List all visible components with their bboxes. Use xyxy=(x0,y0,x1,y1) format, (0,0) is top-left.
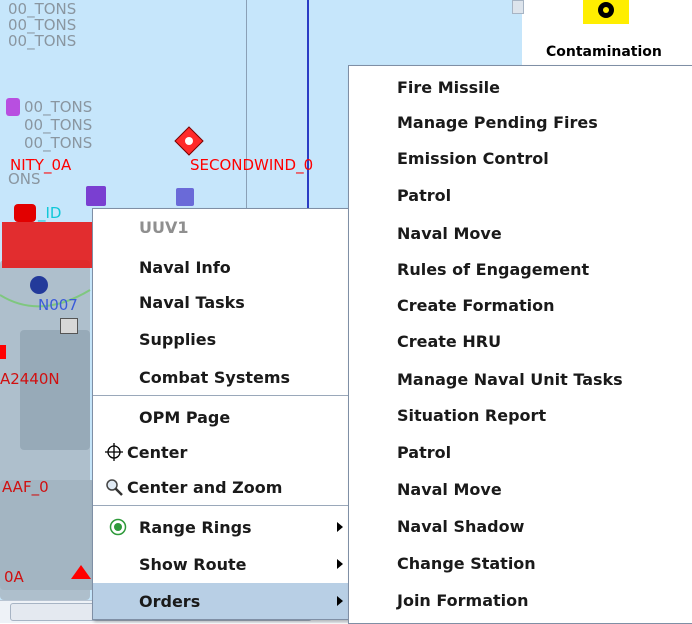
menu-header-unit: UUV1 xyxy=(93,209,349,245)
unit-label: 0A xyxy=(4,568,24,586)
hostile-cluster[interactable] xyxy=(2,222,92,268)
submenu-item-patrol-2[interactable]: Patrol xyxy=(397,445,451,461)
submenu-item-naval-move[interactable]: Naval Move xyxy=(397,226,502,242)
map-label: 00_TONS xyxy=(24,134,93,152)
map-label: 00_TONS xyxy=(24,116,93,134)
menu-item-naval-info[interactable]: Naval Info xyxy=(93,249,349,285)
friendly-unit-icon[interactable] xyxy=(86,186,106,206)
map-label: 00_TONS xyxy=(8,0,77,18)
submenu-item-join-formation[interactable]: Join Formation xyxy=(397,593,529,609)
crosshair-icon xyxy=(105,443,123,461)
menu-item-opm-page[interactable]: OPM Page xyxy=(93,399,349,435)
menu-item-naval-tasks[interactable]: Naval Tasks xyxy=(93,284,349,320)
menu-item-center-and-zoom[interactable]: Center and Zoom xyxy=(93,469,349,505)
submenu-arrow-icon xyxy=(337,596,343,606)
radio-selected-icon xyxy=(109,518,127,536)
menu-item-label: Naval Tasks xyxy=(139,292,245,312)
menu-separator xyxy=(93,505,349,506)
submenu-item-manage-naval-unit-tasks[interactable]: Manage Naval Unit Tasks xyxy=(397,372,623,388)
submenu-item-fire-missile[interactable]: Fire Missile xyxy=(397,80,500,96)
map-label: 00_TONS xyxy=(8,16,77,34)
menu-item-supplies[interactable]: Supplies xyxy=(93,321,349,357)
hostile-unit-icon[interactable] xyxy=(174,126,204,156)
unit-label: N007 xyxy=(38,296,78,314)
map-label: ONS xyxy=(8,170,41,188)
unit-label: NITY_0A xyxy=(10,156,72,174)
contamination-hazard-icon[interactable] xyxy=(583,0,629,28)
hostile-unit-icon[interactable] xyxy=(14,204,36,222)
menu-item-combat-systems[interactable]: Combat Systems xyxy=(93,359,349,395)
menu-item-show-route[interactable]: Show Route xyxy=(93,546,349,582)
menu-item-label: Supplies xyxy=(139,329,217,349)
menu-item-range-rings[interactable]: Range Rings xyxy=(93,509,349,545)
submenu-item-emission-control[interactable]: Emission Control xyxy=(397,151,549,167)
submenu-item-manage-pending-fires[interactable]: Manage Pending Fires xyxy=(397,115,598,131)
unit-label: SECONDWIND_0 xyxy=(190,156,314,174)
hostile-unit-icon[interactable] xyxy=(0,345,6,359)
unit-symbol-purple[interactable] xyxy=(6,98,20,116)
map-label: 00_TONS xyxy=(8,32,77,50)
submenu-item-naval-shadow[interactable]: Naval Shadow xyxy=(397,519,524,535)
menu-separator xyxy=(93,395,349,396)
hostile-unit-icon[interactable] xyxy=(70,564,92,580)
submenu-item-naval-move-2[interactable]: Naval Move xyxy=(397,482,502,498)
land-area xyxy=(20,330,90,450)
vertical-scrollbar[interactable] xyxy=(512,0,524,14)
submenu-item-patrol[interactable]: Patrol xyxy=(397,188,451,204)
magnifier-icon xyxy=(106,479,123,496)
context-menu: UUV1 Naval Info Naval Tasks Supplies Com… xyxy=(92,208,350,620)
submenu-item-create-hru[interactable]: Create HRU xyxy=(397,334,501,350)
unit-label: AAF_0 xyxy=(2,478,49,496)
unit-label: _ID xyxy=(38,204,62,222)
unit-label: A2440N xyxy=(0,370,60,388)
menu-item-label: Orders xyxy=(139,591,201,611)
unit-symbol-grey[interactable] xyxy=(60,318,78,334)
menu-item-label: Naval Info xyxy=(139,257,231,277)
menu-item-orders[interactable]: Orders xyxy=(93,583,349,619)
submenu-item-change-station[interactable]: Change Station xyxy=(397,556,536,572)
menu-item-center[interactable]: Center xyxy=(93,434,349,470)
menu-header-label: UUV1 xyxy=(139,217,189,237)
submenu-item-create-formation[interactable]: Create Formation xyxy=(397,298,555,314)
menu-item-label: Center and Zoom xyxy=(127,477,283,497)
menu-item-label: OPM Page xyxy=(139,407,231,427)
contamination-label[interactable]: Contamination xyxy=(546,44,662,60)
menu-item-label: Center xyxy=(127,442,188,462)
submenu-item-situation-report[interactable]: Situation Report xyxy=(397,408,546,424)
map-label: 00_TONS xyxy=(24,98,93,116)
menu-item-label: Combat Systems xyxy=(139,367,291,387)
menu-item-label: Show Route xyxy=(139,554,247,574)
unit-symbol-blue[interactable] xyxy=(30,276,48,294)
submenu-item-rules-of-engagement[interactable]: Rules of Engagement xyxy=(397,262,589,278)
orders-submenu: Fire Missile Manage Pending Fires Emissi… xyxy=(348,65,692,624)
submenu-arrow-icon xyxy=(337,559,343,569)
submenu-arrow-icon xyxy=(337,522,343,532)
menu-item-label: Range Rings xyxy=(139,517,252,537)
friendly-unit-icon[interactable] xyxy=(176,188,194,206)
